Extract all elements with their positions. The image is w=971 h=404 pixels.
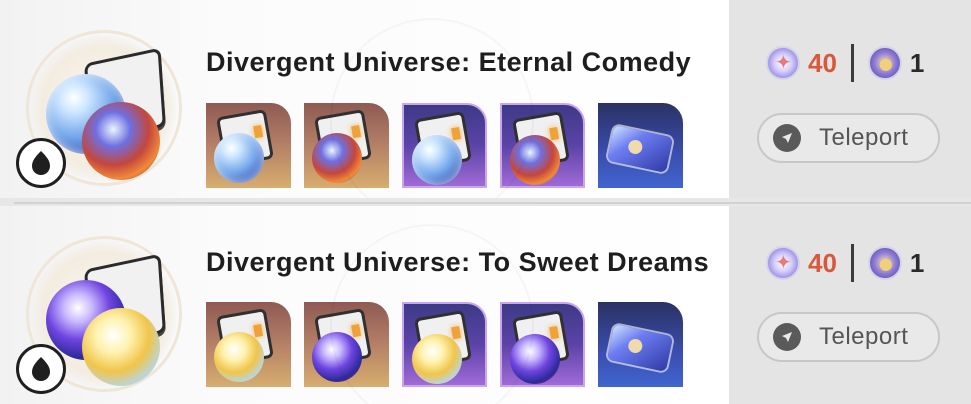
- cost-separator: [850, 244, 854, 282]
- pass-icon: [606, 324, 674, 372]
- planar-ornament-rope-icon[interactable]: [304, 302, 389, 387]
- reward-items: [206, 302, 683, 387]
- abundance-path-icon: [16, 138, 66, 188]
- orb-icon: [510, 135, 560, 185]
- orb-icon: [312, 332, 362, 382]
- immersifier-cost: 1: [909, 47, 925, 78]
- orb-icon: [82, 102, 160, 180]
- domain-row-actions: 40 1 Teleport: [729, 0, 971, 198]
- trailblaze-power-cost: 40: [808, 47, 837, 78]
- cost-display: 40 1: [766, 44, 924, 82]
- domain-title: Divergent Universe: To Sweet Dreams: [206, 247, 710, 277]
- cost-separator: [850, 44, 854, 82]
- immersifier-icon: [867, 46, 902, 80]
- immersifier-cost: 1: [909, 247, 925, 278]
- credit-pass-icon[interactable]: [598, 302, 683, 387]
- domain-row[interactable]: Divergent Universe: Eternal Comedy 40 1: [0, 0, 971, 198]
- teleport-label: Teleport: [819, 124, 909, 151]
- orb-icon: [214, 133, 264, 183]
- orb-icon: [214, 332, 264, 382]
- row-divider: [14, 202, 971, 204]
- domain-row-actions: 40 1 Teleport: [729, 206, 971, 404]
- planar-ornament-sphere-icon[interactable]: [402, 103, 487, 188]
- teleport-button[interactable]: Teleport: [757, 312, 940, 362]
- orb-icon: [412, 334, 462, 384]
- domain-row[interactable]: Divergent Universe: To Sweet Dreams 40 1: [0, 206, 971, 404]
- domain-row-main: Divergent Universe: Eternal Comedy: [0, 0, 729, 198]
- cost-display: 40 1: [766, 244, 924, 282]
- trailblaze-power-icon: [766, 46, 800, 80]
- navigation-arrow-icon: [773, 323, 801, 351]
- teleport-label: Teleport: [819, 323, 909, 350]
- trailblaze-power-icon: [766, 246, 800, 280]
- orb-icon: [312, 133, 362, 183]
- navigation-arrow-icon: [773, 124, 801, 152]
- pass-icon: [606, 125, 674, 173]
- domain-title: Divergent Universe: Eternal Comedy: [206, 47, 692, 77]
- reward-items: [206, 103, 683, 188]
- orb-icon: [412, 135, 462, 185]
- immersifier-icon: [867, 246, 902, 280]
- cube-icon: [414, 310, 472, 368]
- planar-ornament-sphere-icon[interactable]: [206, 103, 291, 188]
- planar-ornament-rope-icon[interactable]: [304, 103, 389, 188]
- orb-icon: [82, 308, 160, 386]
- abundance-path-icon: [16, 344, 66, 394]
- domain-row-main: Divergent Universe: To Sweet Dreams: [0, 206, 729, 404]
- credit-pass-icon[interactable]: [598, 103, 683, 188]
- planar-ornament-sphere-icon[interactable]: [206, 302, 291, 387]
- trailblaze-power-cost: 40: [808, 247, 837, 278]
- teleport-button[interactable]: Teleport: [757, 113, 940, 163]
- orb-icon: [510, 334, 560, 384]
- planar-ornament-rope-icon[interactable]: [500, 302, 585, 387]
- cube-icon: [414, 111, 472, 169]
- planar-ornament-rope-icon[interactable]: [500, 103, 585, 188]
- divergent-universe-list: Divergent Universe: Eternal Comedy 40 1: [0, 0, 971, 404]
- planar-ornament-sphere-icon[interactable]: [402, 302, 487, 387]
